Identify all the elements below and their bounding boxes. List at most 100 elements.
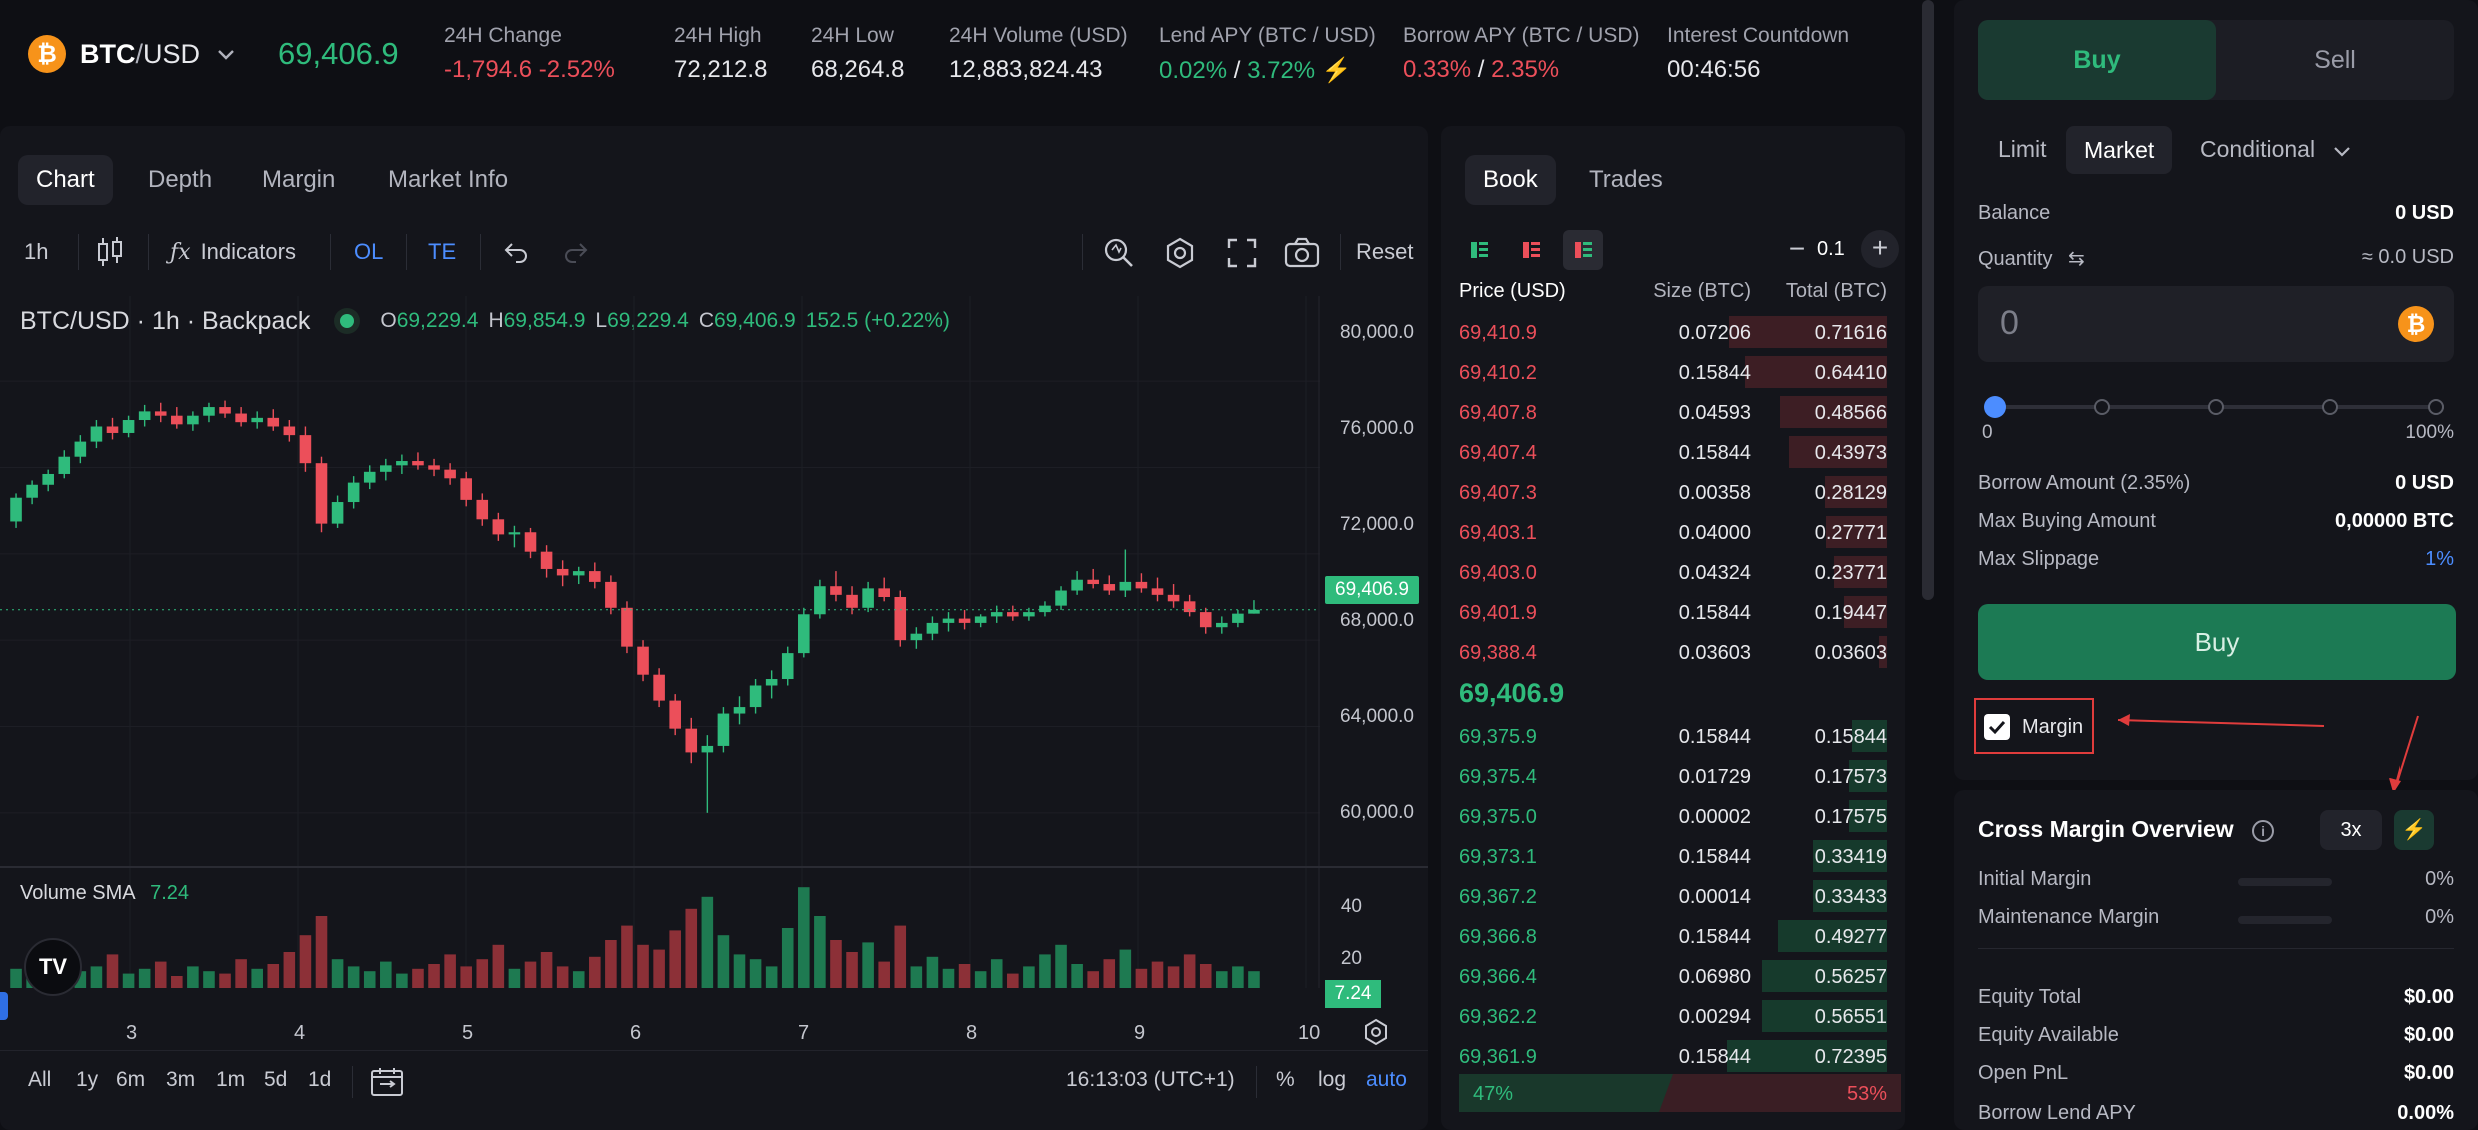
undo-icon[interactable] [502, 238, 530, 266]
gear-icon[interactable] [1362, 1018, 1390, 1046]
clock-readout[interactable]: 16:13:03 (UTC+1) [1066, 1068, 1235, 1092]
volume-bar [428, 964, 440, 988]
bitcoin-icon: ₿ [28, 35, 66, 73]
step-minus-button[interactable]: − [1783, 234, 1811, 268]
tradingview-logo[interactable]: TV [24, 938, 82, 996]
candle-body [749, 685, 762, 708]
calendar-range-icon[interactable] [370, 1066, 404, 1098]
candle-type-icon[interactable] [96, 236, 124, 268]
order-type-conditional[interactable]: Conditional [2200, 136, 2353, 163]
settings-icon[interactable] [1163, 236, 1197, 270]
ask-row[interactable]: 69,407.8 0.04593 0.48566 [1441, 392, 1905, 432]
slider-tick[interactable] [2428, 399, 2444, 415]
tab-margin[interactable]: Margin [244, 155, 353, 205]
book-view-bids[interactable] [1563, 230, 1603, 270]
scroll-handle[interactable] [0, 992, 8, 1020]
tab-chart[interactable]: Chart [18, 155, 113, 205]
auto-toggle[interactable]: auto [1366, 1068, 1407, 1092]
candle-body [1135, 581, 1148, 589]
bid-size: 0.00014 [1678, 886, 1751, 908]
camera-icon[interactable] [1284, 237, 1320, 269]
tab-depth[interactable]: Depth [130, 155, 230, 205]
swap-icon[interactable]: ⇆ [2068, 248, 2085, 270]
range-3m[interactable]: 3m [166, 1068, 195, 1092]
slider-thumb[interactable] [1984, 396, 2006, 418]
percent-toggle[interactable]: % [1276, 1068, 1295, 1092]
ask-row[interactable]: 69,403.1 0.04000 0.27771 [1441, 512, 1905, 552]
sell-tab[interactable]: Sell [2216, 20, 2454, 100]
slider-tick[interactable] [2322, 399, 2338, 415]
interval-button[interactable]: 1h [24, 230, 48, 274]
bid-size: 0.01729 [1678, 766, 1751, 788]
range-1y[interactable]: 1y [76, 1068, 98, 1092]
bid-row[interactable]: 69,362.2 0.00294 0.56551 [1441, 996, 1905, 1036]
candlestick-chart[interactable] [0, 296, 1320, 988]
stat-lend-apy: Lend APY (BTC / USD) 0.02% / 3.72% ⚡ [1159, 24, 1376, 85]
candle-body [460, 478, 472, 500]
volume-bar [990, 959, 1003, 988]
stat-borrow-apy: Borrow APY (BTC / USD) 0.33% / 2.35% [1403, 24, 1640, 84]
submit-buy-button[interactable]: Buy [1978, 604, 2456, 680]
order-type-limit[interactable]: Limit [1998, 136, 2047, 163]
info-icon[interactable]: i [2252, 819, 2275, 842]
book-ratio-bar: 47% 53% [1459, 1074, 1901, 1112]
auto-lend-button[interactable]: ⚡ [2394, 810, 2434, 850]
tab-book[interactable]: Book [1465, 155, 1556, 205]
ol-button[interactable]: OL [354, 230, 383, 274]
slider-tick[interactable] [2094, 399, 2110, 415]
magnifier-icon[interactable] [1102, 236, 1136, 270]
open-pnl-label: Open PnL [1978, 1062, 2069, 1084]
bid-row[interactable]: 69,375.0 0.00002 0.17575 [1441, 796, 1905, 836]
amount-slider[interactable] [1984, 396, 2444, 418]
ask-row[interactable]: 69,388.4 0.03603 0.03603 [1441, 632, 1905, 672]
bid-total: 0.15844 [1814, 726, 1887, 748]
book-view-both[interactable] [1459, 230, 1499, 270]
ask-row[interactable]: 69,403.0 0.04324 0.23771 [1441, 552, 1905, 592]
fullscreen-icon[interactable] [1226, 237, 1258, 269]
quantity-field[interactable]: 0 ₿ [1978, 286, 2454, 362]
te-button[interactable]: TE [428, 230, 456, 274]
ask-row[interactable]: 69,401.9 0.15844 0.19447 [1441, 592, 1905, 632]
range-6m[interactable]: 6m [116, 1068, 145, 1092]
indicators-button[interactable]: ƒx Indicators [170, 230, 296, 274]
tab-trades[interactable]: Trades [1571, 155, 1681, 205]
ask-row[interactable]: 69,410.9 0.07206 0.71616 [1441, 312, 1905, 352]
market-selector[interactable]: ₿ BTC / USD [28, 34, 238, 74]
margin-checkbox-row[interactable]: Margin [1974, 698, 2094, 754]
log-toggle[interactable]: log [1318, 1068, 1346, 1092]
ask-row[interactable]: 69,407.4 0.15844 0.43973 [1441, 432, 1905, 472]
bid-row[interactable]: 69,373.1 0.15844 0.33419 [1441, 836, 1905, 876]
book-view-asks[interactable] [1511, 230, 1551, 270]
tab-market-info[interactable]: Market Info [370, 155, 526, 205]
reset-button[interactable]: Reset [1356, 230, 1413, 274]
price-axis-label: 76,000.0 [1340, 418, 1414, 439]
leverage-button[interactable]: 3x [2320, 810, 2382, 850]
buy-tab[interactable]: Buy [1978, 20, 2216, 100]
bid-row[interactable]: 69,361.9 0.15844 0.72395 [1441, 1036, 1905, 1076]
order-type-market[interactable]: Market [2066, 126, 2173, 174]
ask-row[interactable]: 69,407.3 0.00358 0.28129 [1441, 472, 1905, 512]
bid-row[interactable]: 69,375.4 0.01729 0.17573 [1441, 756, 1905, 796]
max-slippage-value[interactable]: 1% [2425, 548, 2454, 571]
margin-checkbox[interactable] [1984, 714, 2010, 740]
bid-row[interactable]: 69,366.8 0.15844 0.49277 [1441, 916, 1905, 956]
bid-row[interactable]: 69,366.4 0.06980 0.56257 [1441, 956, 1905, 996]
candle-body [219, 407, 231, 414]
ratio-buy-label: 47% [1473, 1083, 1514, 1105]
page-scrollbar[interactable] [1922, 0, 1934, 600]
bid-row[interactable]: 69,375.9 0.15844 0.15844 [1441, 716, 1905, 756]
bid-total: 0.72395 [1814, 1046, 1887, 1068]
initial-margin-value: 0% [2425, 868, 2454, 890]
range-1d[interactable]: 1d [308, 1068, 331, 1092]
step-plus-button[interactable]: + [1861, 230, 1899, 268]
range-all[interactable]: All [28, 1068, 51, 1092]
volume-bar [460, 966, 472, 988]
stat-label: Lend APY (BTC / USD) [1159, 24, 1376, 47]
slider-tick[interactable] [2208, 399, 2224, 415]
candle-body [540, 551, 553, 569]
range-1m[interactable]: 1m [216, 1068, 245, 1092]
bid-row[interactable]: 69,367.2 0.00014 0.33433 [1441, 876, 1905, 916]
redo-icon[interactable] [562, 238, 590, 266]
range-5d[interactable]: 5d [264, 1068, 287, 1092]
ask-row[interactable]: 69,410.2 0.15844 0.64410 [1441, 352, 1905, 392]
